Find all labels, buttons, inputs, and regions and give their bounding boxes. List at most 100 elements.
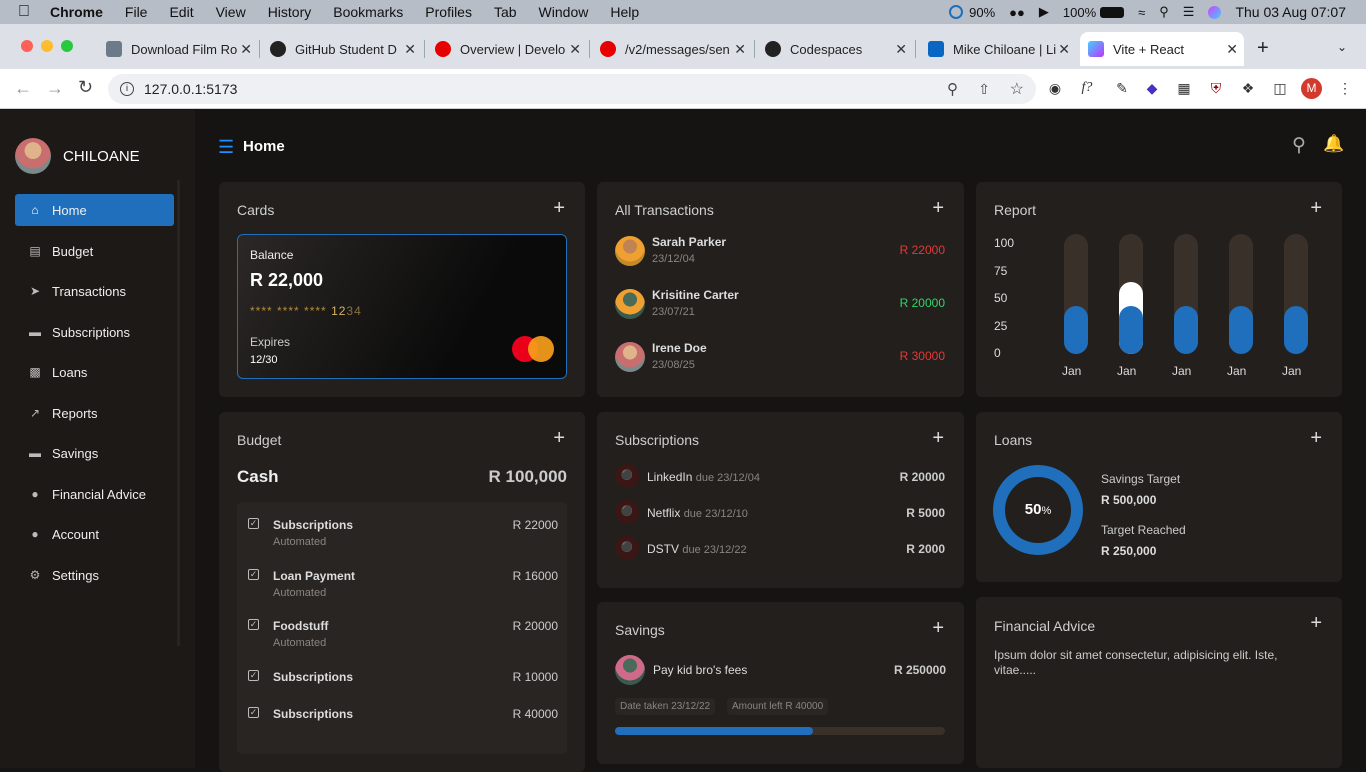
- add-advice-icon[interactable]: +: [1310, 613, 1322, 633]
- formula-extension-icon[interactable]: f?: [1078, 79, 1096, 97]
- wifi-icon[interactable]: ≈: [1138, 5, 1145, 20]
- bell-icon[interactable]: 🔔: [1323, 134, 1344, 154]
- datetime[interactable]: Thu 03 Aug 07:07: [1235, 4, 1346, 20]
- close-tab-icon[interactable]: ✕: [895, 41, 907, 58]
- close-tab-icon[interactable]: ✕: [404, 41, 416, 58]
- sidebar-item-transactions[interactable]: ➤ Transactions: [15, 275, 174, 307]
- add-report-icon[interactable]: +: [1310, 198, 1322, 218]
- close-tab-icon[interactable]: ✕: [240, 41, 252, 58]
- bank-card[interactable]: Balance R 22,000 **** **** **** 1234 Exp…: [237, 234, 567, 379]
- checkbox-icon[interactable]: ✓: [248, 619, 259, 630]
- sidebar-item-reports[interactable]: ↗ Reports: [15, 397, 174, 429]
- browser-tab[interactable]: Mike Chiloane | Li ✕: [920, 32, 1076, 66]
- budget-row[interactable]: ✓ Loan Payment Automated R 16000: [237, 560, 567, 602]
- add-budget-icon[interactable]: +: [553, 428, 565, 448]
- close-tab-icon[interactable]: ✕: [1058, 41, 1070, 58]
- sidebar-item-savings[interactable]: ▬ Savings: [15, 437, 174, 469]
- minimize-window-button[interactable]: [41, 40, 53, 52]
- browser-tab[interactable]: Overview | Develo ✕: [427, 32, 587, 66]
- browser-tab[interactable]: /v2/messages/sen ✕: [592, 32, 752, 66]
- checkbox-icon[interactable]: ✓: [248, 518, 259, 529]
- sidebar-item-subscriptions[interactable]: ▬ Subscriptions: [15, 316, 174, 348]
- bar[interactable]: [1284, 306, 1308, 354]
- bar[interactable]: [1174, 306, 1198, 354]
- close-tab-icon[interactable]: ✕: [569, 41, 581, 58]
- eyedropper-extension-icon[interactable]: ✎: [1113, 79, 1131, 97]
- forward-icon[interactable]: →: [46, 78, 64, 99]
- bookmark-star-icon[interactable]: ☆: [1010, 79, 1024, 99]
- transaction-row[interactable]: Irene Doe 23/08/25 R 30000: [615, 340, 945, 374]
- sidebar-item-account[interactable]: ● Account: [15, 518, 174, 550]
- profile-avatar[interactable]: M: [1301, 78, 1322, 99]
- url-text[interactable]: 127.0.0.1:5173: [144, 81, 237, 97]
- checkbox-icon[interactable]: ✓: [248, 707, 259, 718]
- add-subscription-icon[interactable]: +: [932, 428, 944, 448]
- control-center-icon[interactable]: ☰: [1183, 4, 1195, 20]
- bar[interactable]: [1064, 306, 1088, 354]
- menu-history[interactable]: History: [268, 4, 312, 20]
- menu-view[interactable]: View: [216, 4, 246, 20]
- add-transaction-icon[interactable]: +: [932, 198, 944, 218]
- bar[interactable]: [1229, 306, 1253, 354]
- transaction-row[interactable]: Krisitine Carter 23/07/21 R 20000: [615, 287, 945, 321]
- checkbox-icon[interactable]: ✓: [248, 670, 259, 681]
- apple-icon[interactable]: : [18, 3, 30, 21]
- puzzle-extensions-icon[interactable]: ❖: [1239, 79, 1257, 97]
- zoom-icon[interactable]: ⚲: [947, 80, 958, 98]
- new-tab-icon[interactable]: +: [1257, 37, 1269, 60]
- more-menu-icon[interactable]: ⋮: [1336, 79, 1354, 97]
- budget-row[interactable]: ✓ Subscriptions R 40000: [237, 698, 567, 740]
- reload-icon[interactable]: ↻: [78, 77, 93, 98]
- sidebar-item-budget[interactable]: ▤ Budget: [15, 235, 174, 267]
- progress-ring-icon[interactable]: [949, 5, 964, 19]
- layers-extension-icon[interactable]: ◆: [1143, 79, 1161, 97]
- sidebar-scrollbar[interactable]: [177, 180, 180, 646]
- menu-tab[interactable]: Tab: [494, 4, 517, 20]
- checkbox-icon[interactable]: ✓: [248, 569, 259, 580]
- budget-row[interactable]: ✓ Subscriptions R 10000: [237, 661, 567, 703]
- subscription-row[interactable]: ⚫ DSTV due 23/12/22 R 2000: [615, 536, 945, 562]
- address-bar[interactable]: i 127.0.0.1:5173 ⚲ ⇧ ☆: [108, 74, 1036, 104]
- transaction-row[interactable]: Sarah Parker 23/12/04 R 22000: [615, 234, 945, 268]
- battery-icon[interactable]: [1100, 6, 1125, 18]
- grid-extension-icon[interactable]: ▦: [1175, 79, 1193, 97]
- play-icon[interactable]: ▶: [1039, 4, 1049, 20]
- menu-help[interactable]: Help: [610, 4, 639, 20]
- share-icon[interactable]: ⇧: [978, 81, 990, 98]
- add-card-icon[interactable]: +: [553, 198, 565, 218]
- extension-icon[interactable]: ◉: [1046, 79, 1064, 97]
- browser-tab[interactable]: Codespaces ✕: [757, 32, 913, 66]
- ublock-extension-icon[interactable]: ⛨: [1207, 79, 1225, 97]
- menu-window[interactable]: Window: [539, 4, 589, 20]
- siri-icon[interactable]: [1208, 5, 1222, 19]
- browser-tab[interactable]: Download Film Ro ✕: [98, 32, 258, 66]
- search-icon[interactable]: ⚲: [1159, 4, 1169, 20]
- add-savings-icon[interactable]: +: [932, 618, 944, 638]
- sidebar-item-financial-advice[interactable]: ● Financial Advice: [15, 478, 174, 510]
- browser-tab[interactable]: GitHub Student D ✕: [262, 32, 422, 66]
- sidebar-item-settings[interactable]: ⚙ Settings: [15, 559, 174, 591]
- sidebar-item-loans[interactable]: ▩ Loans: [15, 356, 174, 388]
- maximize-window-button[interactable]: [61, 40, 73, 52]
- add-loan-icon[interactable]: +: [1310, 428, 1322, 448]
- subscription-row[interactable]: ⚫ Netflix due 23/12/10 R 5000: [615, 500, 945, 526]
- sidepanel-icon[interactable]: ◫: [1271, 79, 1289, 97]
- subscription-row[interactable]: ⚫ LinkedIn due 23/12/04 R 20000: [615, 464, 945, 490]
- search-icon[interactable]: ⚲: [1292, 134, 1306, 157]
- sidebar-item-home[interactable]: ⌂ Home: [15, 194, 174, 226]
- hamburger-menu-icon[interactable]: ☰: [218, 137, 234, 158]
- budget-row[interactable]: ✓ Subscriptions Automated R 22000: [237, 509, 567, 551]
- back-icon[interactable]: ←: [14, 78, 32, 99]
- menu-profiles[interactable]: Profiles: [425, 4, 472, 20]
- bar[interactable]: [1119, 306, 1143, 354]
- menu-edit[interactable]: Edit: [169, 4, 193, 20]
- tab-search-icon[interactable]: ⌄: [1337, 40, 1347, 54]
- close-tab-icon[interactable]: ✕: [1226, 41, 1238, 58]
- budget-row[interactable]: ✓ Foodstuff Automated R 20000: [237, 610, 567, 652]
- menu-file[interactable]: File: [125, 4, 148, 20]
- close-window-button[interactable]: [21, 40, 33, 52]
- close-tab-icon[interactable]: ✕: [734, 41, 746, 58]
- glasses-icon[interactable]: ●●: [1009, 5, 1025, 20]
- menu-bookmarks[interactable]: Bookmarks: [333, 4, 403, 20]
- app-menu[interactable]: Chrome: [50, 4, 103, 20]
